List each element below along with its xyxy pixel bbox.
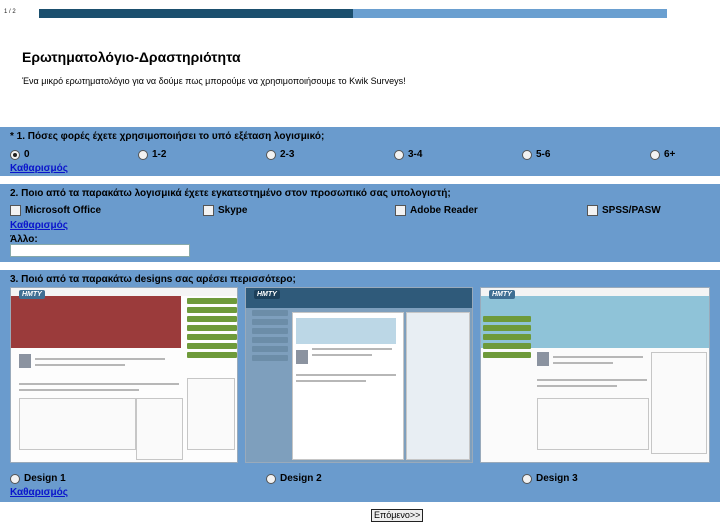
option-label: Design 2 bbox=[280, 473, 322, 484]
question-1-panel: * 1. Πόσες φορές έχετε χρησιμοποιήσει το… bbox=[0, 127, 720, 176]
option-label: Skype bbox=[218, 205, 248, 216]
checkbox[interactable] bbox=[203, 205, 214, 216]
option-label: Adobe Reader bbox=[410, 205, 478, 216]
option-label: 6+ bbox=[664, 149, 676, 160]
option-label: Microsoft Office bbox=[25, 205, 102, 216]
q1-option-3-4[interactable]: 3-4 bbox=[394, 149, 422, 160]
page-counter: 1 / 2 bbox=[4, 9, 16, 15]
q2-clear-link[interactable]: Καθαρισμός bbox=[10, 220, 68, 231]
q1-option-2-3[interactable]: 2-3 bbox=[266, 149, 294, 160]
q3-clear-link[interactable]: Καθαρισμός bbox=[10, 487, 68, 498]
design-3-thumbnail[interactable]: HMTY bbox=[480, 287, 710, 463]
q1-option-5-6[interactable]: 5-6 bbox=[522, 149, 550, 160]
question-3-title: 3. Ποιό από τα παρακάτω designs σας αρέσ… bbox=[10, 274, 296, 285]
q3-option-design-2[interactable]: Design 2 bbox=[266, 473, 322, 484]
q1-option-0[interactable]: 0 bbox=[10, 149, 30, 160]
q3-option-design-1[interactable]: Design 1 bbox=[10, 473, 66, 484]
option-label: 1-2 bbox=[152, 149, 167, 160]
checkbox[interactable] bbox=[395, 205, 406, 216]
q2-option-spss[interactable]: SPSS/PASW bbox=[587, 205, 661, 216]
radio-button[interactable] bbox=[266, 473, 276, 484]
radio-button[interactable] bbox=[266, 149, 276, 160]
option-label: 2-3 bbox=[280, 149, 295, 160]
q2-option-skype[interactable]: Skype bbox=[203, 205, 247, 216]
next-button[interactable]: Επόμενο>> bbox=[371, 509, 424, 522]
page-subtitle: Ένα μικρό ερωτηματολόγιο για να δούμε πω… bbox=[22, 76, 406, 86]
radio-button[interactable] bbox=[10, 473, 20, 484]
question-1-title: * 1. Πόσες φορές έχετε χρησιμοποιήσει το… bbox=[10, 131, 325, 142]
radio-button[interactable] bbox=[138, 149, 148, 160]
progress-bar-fill bbox=[39, 9, 353, 18]
radio-button[interactable] bbox=[10, 149, 20, 160]
option-label: Design 1 bbox=[24, 473, 66, 484]
page-title: Ερωτηματολόγιο-Δραστηριότητα bbox=[22, 49, 241, 65]
option-label: SPSS/PASW bbox=[602, 205, 661, 216]
other-text-input[interactable] bbox=[10, 244, 190, 257]
radio-button[interactable] bbox=[522, 149, 532, 160]
option-label: Design 3 bbox=[536, 473, 578, 484]
option-label: 3-4 bbox=[408, 149, 423, 160]
q1-clear-link[interactable]: Καθαρισμός bbox=[10, 163, 68, 174]
question-2-panel: 2. Ποιο από τα παρακάτω λογισμικά έχετε … bbox=[0, 184, 720, 262]
design-3-logo: HMTY bbox=[489, 290, 515, 299]
q1-option-6plus[interactable]: 6+ bbox=[650, 149, 675, 160]
design-1-logo: HMTY bbox=[19, 290, 45, 299]
question-3-panel: 3. Ποιό από τα παρακάτω designs σας αρέσ… bbox=[0, 270, 720, 502]
checkbox[interactable] bbox=[587, 205, 598, 216]
q2-option-microsoft-office[interactable]: Microsoft Office bbox=[10, 205, 101, 216]
radio-button[interactable] bbox=[522, 473, 532, 484]
progress-bar bbox=[39, 9, 667, 18]
option-label: 0 bbox=[24, 149, 30, 160]
design-1-thumbnail[interactable]: HMTY bbox=[10, 287, 238, 463]
q2-option-adobe-reader[interactable]: Adobe Reader bbox=[395, 205, 478, 216]
question-2-title: 2. Ποιο από τα παρακάτω λογισμικά έχετε … bbox=[10, 188, 451, 199]
radio-button[interactable] bbox=[394, 149, 404, 160]
q1-option-1-2[interactable]: 1-2 bbox=[138, 149, 166, 160]
design-2-logo: HMTY bbox=[254, 290, 280, 299]
design-2-thumbnail[interactable]: HMTY bbox=[245, 287, 473, 463]
checkbox[interactable] bbox=[10, 205, 21, 216]
option-label: 5-6 bbox=[536, 149, 551, 160]
radio-button[interactable] bbox=[650, 149, 660, 160]
q3-option-design-3[interactable]: Design 3 bbox=[522, 473, 578, 484]
